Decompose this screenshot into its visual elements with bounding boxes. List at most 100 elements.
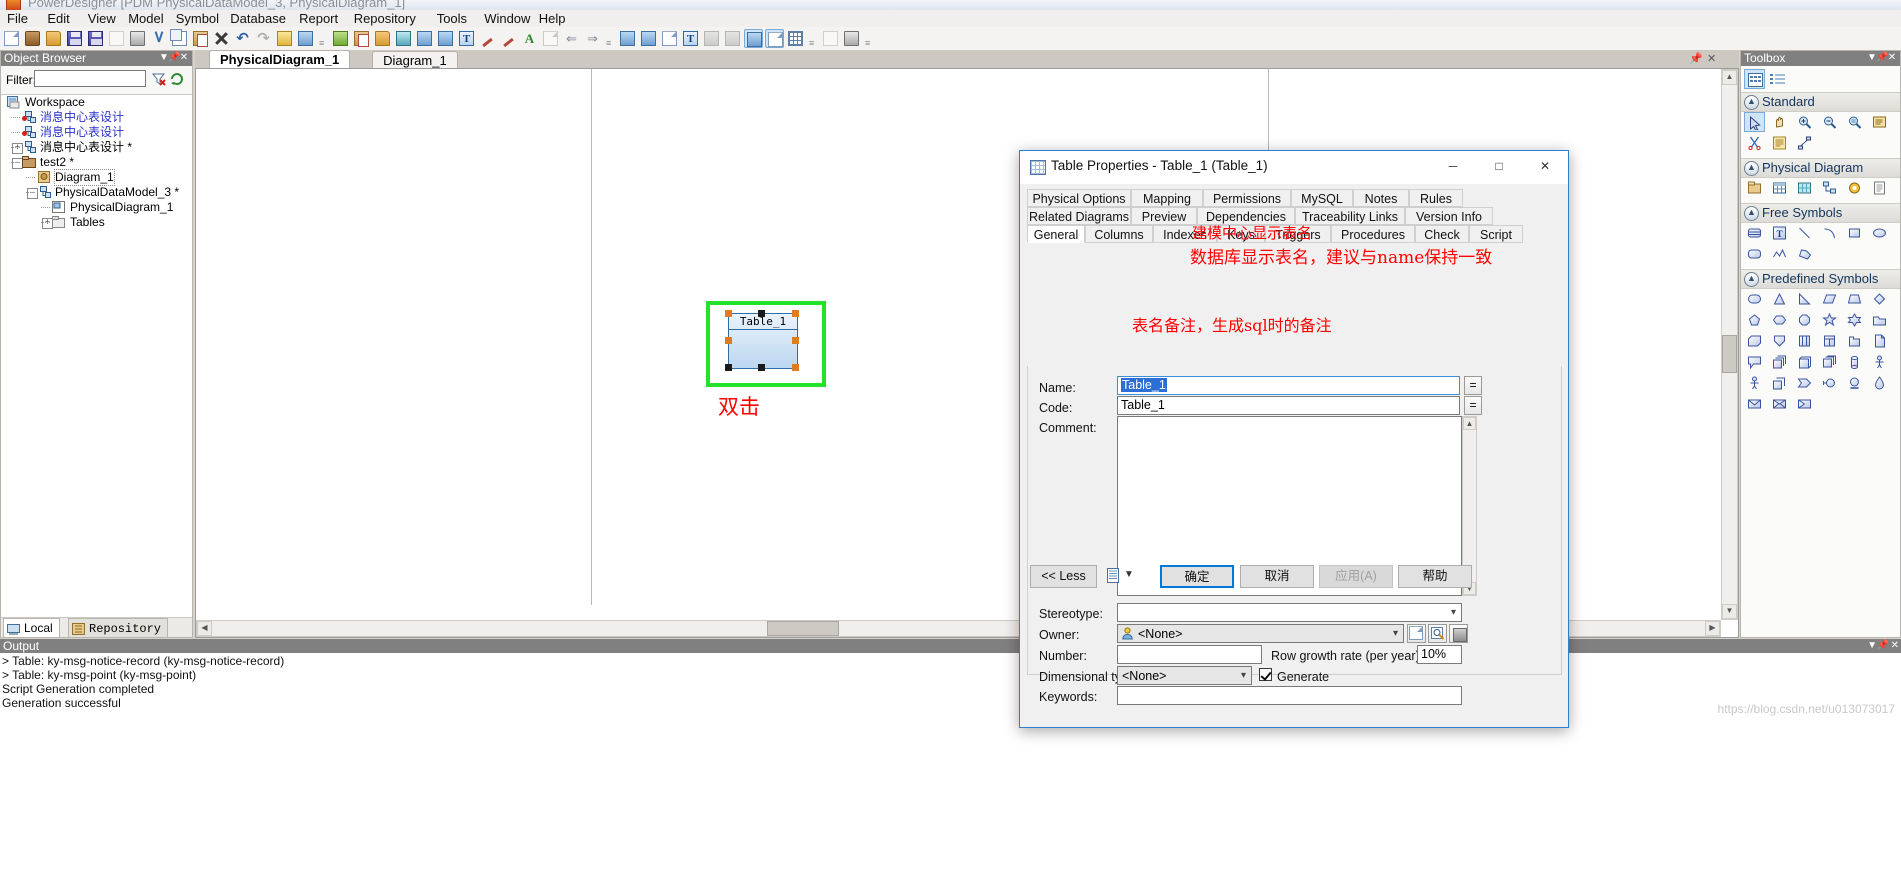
package-icon[interactable] (1744, 178, 1765, 198)
dialog-tab-columns[interactable]: Columns (1085, 225, 1153, 243)
resize-handle-ne[interactable] (792, 310, 799, 317)
properties-icon[interactable] (275, 29, 294, 48)
undo-icon[interactable]: ↶ (233, 29, 252, 48)
menu-item-edit[interactable]: Edit (42, 11, 74, 26)
line-icon[interactable] (1794, 223, 1815, 243)
toolbar-grip[interactable]: ≡ (865, 39, 872, 48)
page-view-icon[interactable] (660, 29, 679, 48)
forward-icon[interactable]: ⇒ (583, 29, 602, 48)
text-icon[interactable]: T (457, 29, 476, 48)
trapezoid-icon[interactable] (1844, 289, 1865, 309)
dialog-tab-script[interactable]: Script (1469, 225, 1523, 243)
envelope-icon[interactable] (1744, 394, 1765, 414)
stack-icon[interactable] (1744, 223, 1765, 243)
zoom-out-icon[interactable] (1819, 112, 1840, 132)
circle-base-icon[interactable] (1844, 373, 1865, 393)
drop-icon[interactable] (1869, 373, 1890, 393)
page-shape-icon[interactable] (1869, 331, 1890, 351)
menu-item-database[interactable]: Database (225, 11, 291, 26)
scroll-right-arrow[interactable]: ▶ (1705, 621, 1720, 636)
rounded-rect-icon[interactable] (1744, 244, 1765, 264)
browser-tab-repository[interactable]: Repository (68, 618, 169, 637)
scroll-down-arrow[interactable]: ▼ (1722, 604, 1737, 619)
document-tab-physicaldiagram_1[interactable]: PhysicalDiagram_1 (209, 50, 351, 69)
link-icon[interactable] (1794, 133, 1815, 153)
dialog-maximize-button[interactable]: □ (1476, 151, 1522, 182)
zoom-in-icon[interactable] (1794, 112, 1815, 132)
scroll-left-arrow[interactable]: ◀ (197, 621, 212, 636)
table-shape[interactable]: Table_1 (728, 313, 798, 369)
dialog-tab-related-diagrams[interactable]: Related Diagrams (1027, 207, 1131, 225)
dialog-minimize-button[interactable]: ─ (1430, 151, 1476, 182)
rectangle-icon[interactable] (1844, 223, 1865, 243)
stacked-plane-icon[interactable] (1769, 373, 1790, 393)
open-folder-shape-icon[interactable] (1844, 331, 1865, 351)
zoom-page-icon[interactable] (744, 29, 763, 48)
note-icon[interactable] (1769, 133, 1790, 153)
number-input[interactable] (1117, 645, 1262, 664)
filter-input[interactable] (34, 70, 146, 87)
dimensional-type-select[interactable]: <None> ▾ (1117, 666, 1252, 685)
polyline-icon[interactable] (1769, 244, 1790, 264)
browser-tab-local[interactable]: Local (3, 618, 60, 637)
tree-node-5[interactable]: Diagram_1 (1, 169, 192, 186)
procedure-icon[interactable] (1844, 178, 1865, 198)
ok-button[interactable]: 确定 (1160, 565, 1234, 588)
output-pin-icon[interactable]: 📌 (1877, 639, 1889, 653)
polygon-icon[interactable] (1794, 244, 1815, 264)
comment-scroll-up[interactable]: ▲ (1463, 417, 1476, 430)
diamond-icon[interactable] (1869, 289, 1890, 309)
document-tab-strip[interactable]: 📌 ✕ PhysicalDiagram_1 Diagram_1 (195, 50, 1739, 69)
sub-diagram-icon[interactable] (702, 29, 721, 48)
menu-item-window[interactable]: Window (479, 11, 535, 26)
browse-owner-button[interactable] (1428, 624, 1447, 643)
keywords-input[interactable] (1117, 686, 1462, 705)
right-triangle-icon[interactable] (1794, 289, 1815, 309)
octagon-icon[interactable] (1794, 310, 1815, 330)
main-toolbar[interactable]: ↶ ↷ ≡ T A ⇐ ⇒ ≡ T ≡ ≡ (0, 27, 1901, 51)
tree-node-1[interactable]: 消息中心表设计 (1, 110, 192, 125)
cancel-button[interactable]: 取消 (1240, 565, 1314, 588)
resize-handle-n[interactable] (758, 310, 765, 317)
generate-checkbox[interactable] (1259, 668, 1272, 681)
dialog-tab-mysql[interactable]: MySQL (1291, 189, 1353, 207)
tree-node-7[interactable]: PhysicalDiagram_1 (1, 200, 192, 215)
create-owner-button[interactable] (1407, 624, 1426, 643)
object-browser-tabs[interactable]: Local Repository (1, 617, 192, 637)
list-palette-icon[interactable] (1767, 69, 1788, 89)
refresh-icon[interactable] (394, 29, 413, 48)
refresh-filter-icon[interactable] (169, 71, 185, 87)
toolbox-group-standard[interactable]: ▲ Standard (1741, 92, 1900, 112)
name-input[interactable]: Table_1 (1117, 376, 1460, 395)
dialog-tab-mapping[interactable]: Mapping (1131, 189, 1203, 207)
font-color-icon[interactable]: A (520, 29, 539, 48)
output-close-icon[interactable]: ✕ (1891, 639, 1899, 653)
column-shape-icon[interactable] (1794, 331, 1815, 351)
hexagon-icon[interactable] (1769, 310, 1790, 330)
report-dropdown-icon[interactable]: ▼ (1124, 569, 1134, 580)
ellipse-icon[interactable] (1869, 223, 1890, 243)
tree-node-0[interactable]: Workspace (1, 95, 192, 110)
cube-icon[interactable] (1744, 331, 1765, 351)
parallelogram-icon[interactable] (1819, 289, 1840, 309)
menu-item-report[interactable]: Report (294, 11, 343, 26)
actor2-icon[interactable] (1744, 373, 1765, 393)
fill-color-icon[interactable] (499, 29, 518, 48)
resize-handle-e[interactable] (792, 337, 799, 344)
rounded-shape-icon[interactable] (1744, 289, 1765, 309)
view-icon[interactable] (1794, 178, 1815, 198)
back-icon[interactable]: ⇐ (562, 29, 581, 48)
save-all-icon[interactable] (86, 29, 105, 48)
doc-pin-icon[interactable]: 📌 (1689, 52, 1703, 65)
menu-item-model[interactable]: Model (123, 11, 168, 26)
scroll-up-arrow[interactable]: ▲ (1722, 70, 1737, 85)
output-dropdown-icon[interactable]: ▼ (1867, 639, 1877, 653)
name-equals-button[interactable]: = (1464, 376, 1482, 395)
dialog-tab-procedures[interactable]: Procedures (1331, 225, 1415, 243)
link-diagram-icon[interactable] (723, 29, 742, 48)
table-symbol[interactable]: Table_1 (706, 301, 826, 387)
zoom-area-icon[interactable] (1844, 112, 1865, 132)
star5-icon[interactable] (1819, 310, 1840, 330)
dialog-tab-permissions[interactable]: Permissions (1203, 189, 1291, 207)
help-button[interactable]: 帮助 (1398, 565, 1472, 588)
